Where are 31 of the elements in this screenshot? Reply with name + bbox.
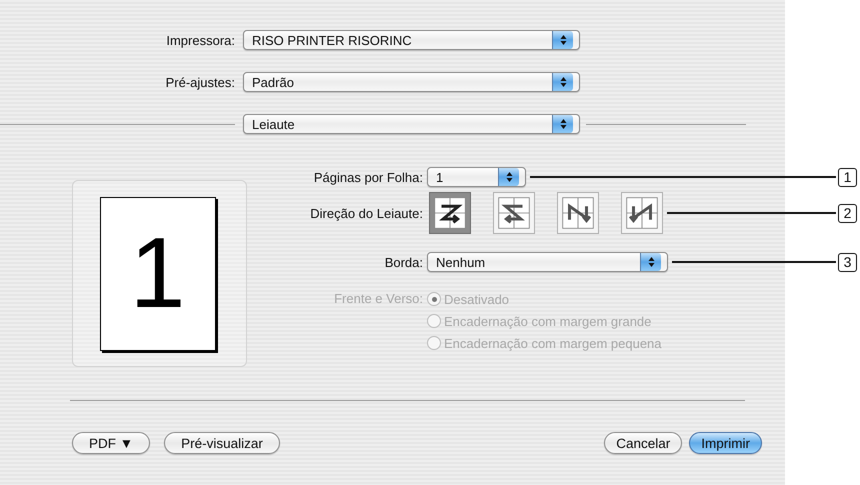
presets-popup[interactable]: Padrão (243, 72, 580, 92)
radio-label: Encadernação com margem grande (444, 314, 652, 328)
footer-button[interactable]: PDF ▼ (72, 432, 150, 454)
footer-button[interactable]: Pré-visualizar (164, 432, 280, 454)
callout-number: 2 (838, 204, 857, 222)
default-button[interactable]: Imprimir (689, 432, 762, 454)
panel-popup[interactable]: Leiaute (243, 114, 580, 134)
callout-number: 1 (838, 168, 857, 186)
radio-label: Encadernação com margem pequena (444, 336, 662, 350)
printer-label: Impressora: (165, 32, 235, 48)
updown-arrows-icon (552, 115, 573, 133)
printer-popup[interactable]: RISO PRINTER RISORINC (243, 30, 580, 50)
layout-direction-label: Direção do Leiaute: (309, 206, 423, 220)
radio-label: Desativado (444, 292, 510, 306)
updown-arrows-icon (640, 253, 661, 271)
border-popup[interactable]: Nenhum (427, 252, 668, 272)
border-label: Borda: (384, 254, 423, 270)
pages-per-sheet-popup[interactable]: 1 (427, 167, 526, 187)
pages-per-sheet-label: Páginas por Folha: (312, 170, 423, 184)
page-preview: 1 (100, 196, 216, 350)
footer-button[interactable]: Cancelar (604, 432, 682, 454)
updown-arrows-icon (498, 168, 519, 186)
callout-number: 3 (838, 252, 857, 272)
presets-label: Pré-ajustes: (164, 74, 235, 90)
layout-direction-button[interactable] (429, 192, 471, 234)
layout-direction-button[interactable] (557, 192, 599, 234)
layout-direction-button[interactable] (621, 192, 663, 234)
layout-direction-button[interactable] (493, 192, 535, 234)
updown-arrows-icon (552, 31, 573, 49)
updown-arrows-icon (552, 73, 573, 91)
two-sided-label: Frente e Verso: (333, 290, 423, 308)
